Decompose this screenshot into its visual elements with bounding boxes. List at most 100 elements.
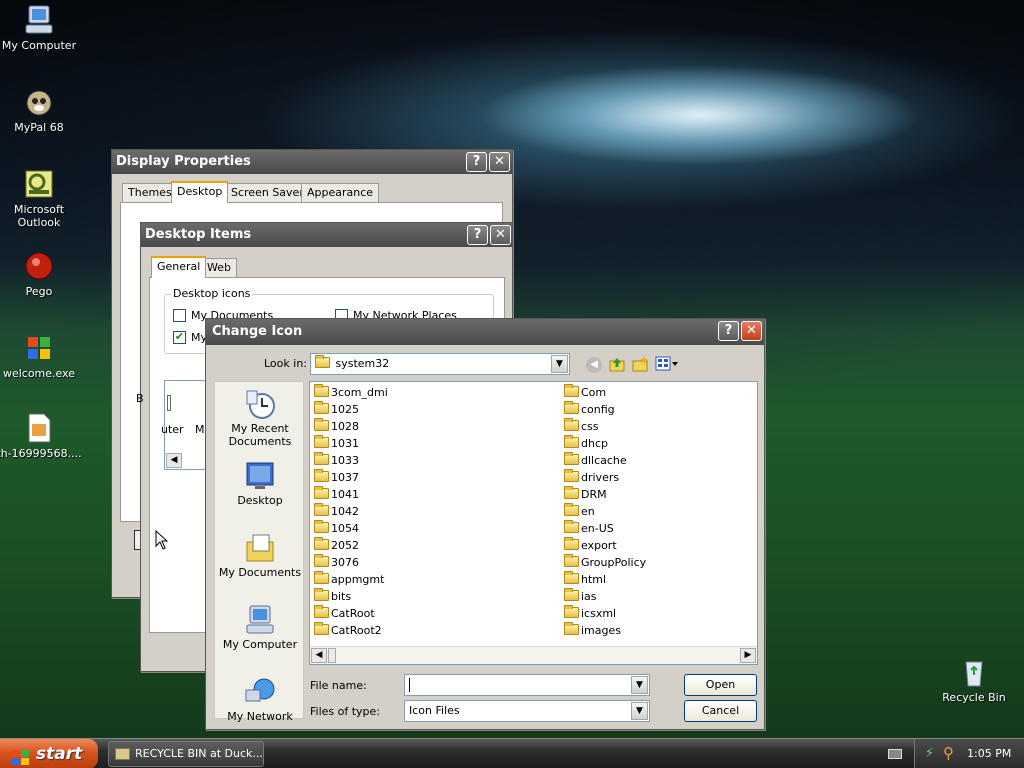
folder-item[interactable]: html <box>564 571 606 588</box>
desktop-icon-welcome[interactable]: welcome.exe <box>0 332 82 380</box>
folder-item[interactable]: 1033 <box>314 452 359 469</box>
folder-label: dllcache <box>581 454 627 467</box>
open-button[interactable]: Open <box>684 674 757 696</box>
desktop-icon-my-computer[interactable]: My Computer <box>0 4 82 52</box>
scroll-thumb[interactable] <box>328 648 336 663</box>
desktop-icon-label: Pego <box>25 285 53 298</box>
folder-label: CatRoot <box>331 607 375 620</box>
folder-label: 1033 <box>331 454 359 467</box>
look-in-value: system32 <box>335 357 390 370</box>
chevron-down-icon[interactable]: ▼ <box>551 355 568 373</box>
look-in-dropdown[interactable]: system32 ▼ <box>310 353 570 375</box>
chevron-down-icon[interactable]: ▼ <box>631 702 648 720</box>
text-cursor <box>409 678 410 692</box>
desktop-icon-label: Microsoft Outlook <box>13 203 65 229</box>
close-button[interactable]: ✕ <box>489 152 510 172</box>
desktop-icon-image-file[interactable]: th-16999568.... <box>0 412 82 460</box>
folder-item[interactable]: icsxml <box>564 605 616 622</box>
place-my-computer[interactable]: My Computer <box>217 604 303 651</box>
folder-item[interactable]: GroupPolicy <box>564 554 646 571</box>
folder-item[interactable]: css <box>564 418 599 435</box>
pego-icon <box>23 250 55 282</box>
folder-item[interactable]: 1041 <box>314 486 359 503</box>
folder-item[interactable]: dhcp <box>564 435 608 452</box>
taskbar-item[interactable]: RECYCLE BIN at Duck... <box>108 741 264 767</box>
checkbox-my-documents[interactable] <box>173 309 186 322</box>
folder-item[interactable]: images <box>564 622 621 639</box>
folder-item[interactable]: DRM <box>564 486 607 503</box>
cancel-button[interactable]: Cancel <box>684 700 757 722</box>
change-icon-titlebar[interactable]: Change Icon ? ✕ <box>206 319 764 345</box>
folder-item[interactable]: Com <box>564 384 606 401</box>
start-button[interactable]: start <box>0 739 98 768</box>
search-icon[interactable]: ⚲ <box>943 744 954 762</box>
folder-item[interactable]: config <box>564 401 615 418</box>
desktop-icon-outlook[interactable]: Microsoft Outlook <box>0 168 82 229</box>
folder-label: 1025 <box>331 403 359 416</box>
folder-icon <box>314 588 329 601</box>
back-icon[interactable]: ◀ <box>586 357 602 373</box>
file-name-input[interactable]: ▼ <box>404 674 650 696</box>
folder-item[interactable]: drivers <box>564 469 619 486</box>
tab-general[interactable]: General <box>151 256 207 278</box>
folder-item[interactable]: ias <box>564 588 597 605</box>
folder-item[interactable]: 1042 <box>314 503 359 520</box>
folder-item[interactable]: dllcache <box>564 452 627 469</box>
desktop-icon-pego[interactable]: Pego <box>0 250 82 298</box>
tab-desktop[interactable]: Desktop <box>171 181 229 203</box>
help-button[interactable]: ? <box>718 321 739 341</box>
close-button[interactable]: ✕ <box>490 225 511 245</box>
folder-item[interactable]: export <box>564 537 617 554</box>
folder-icon <box>314 503 329 516</box>
folder-label: en-US <box>581 522 614 535</box>
keyboard-icon[interactable] <box>888 749 902 759</box>
folder-item[interactable]: 3076 <box>314 554 359 571</box>
view-menu-icon[interactable] <box>655 356 679 372</box>
folder-item[interactable]: CatRoot2 <box>314 622 382 639</box>
desktop-icon-mypal[interactable]: MyPal 68 <box>0 86 82 134</box>
files-of-type-dropdown[interactable]: Icon Files ▼ <box>404 700 650 722</box>
folder-item[interactable]: 1028 <box>314 418 359 435</box>
network-icon <box>244 676 276 708</box>
place-my-network[interactable]: My Network <box>217 676 303 723</box>
desktop-icon-recycle-bin[interactable]: Recycle Bin <box>931 656 1017 704</box>
folder-item[interactable]: en <box>564 503 595 520</box>
place-desktop[interactable]: Desktop <box>217 460 303 507</box>
folder-item[interactable]: appmgmt <box>314 571 384 588</box>
folder-item[interactable]: 3com_dmi <box>314 384 388 401</box>
folder-item[interactable]: en-US <box>564 520 614 537</box>
close-button[interactable]: ✕ <box>741 321 762 341</box>
help-button[interactable]: ? <box>466 152 487 172</box>
horizontal-scrollbar[interactable]: ◀ ▶ <box>310 646 757 664</box>
up-folder-icon[interactable] <box>609 356 625 372</box>
tab-web[interactable]: Web <box>201 258 237 278</box>
folder-item[interactable]: 2052 <box>314 537 359 554</box>
file-list[interactable]: 3com_dmi 1025 1028 1031 1033 1037 1041 1042 1054… <box>309 381 758 665</box>
folder-item[interactable]: bits <box>314 588 351 605</box>
display-properties-titlebar[interactable]: Display Properties ? ✕ <box>112 150 512 174</box>
folder-item[interactable]: 1037 <box>314 469 359 486</box>
network-tray-icon[interactable]: ⚡ <box>925 746 934 761</box>
scroll-left-button[interactable]: ◀ <box>166 453 182 468</box>
checkbox-my-computer[interactable]: ✔ <box>173 331 186 344</box>
folder-icon <box>314 486 329 499</box>
desktop-icon-label: Recycle Bin <box>942 691 1006 704</box>
help-button[interactable]: ? <box>467 225 488 245</box>
folder-icon <box>314 520 329 533</box>
folder-item[interactable]: 1054 <box>314 520 359 537</box>
new-folder-icon[interactable] <box>632 356 648 372</box>
place-my-documents[interactable]: My Documents <box>217 532 303 579</box>
desktop-items-titlebar[interactable]: Desktop Items ? ✕ <box>141 223 512 247</box>
folder-item[interactable]: 1025 <box>314 401 359 418</box>
recycle-bin-icon <box>958 656 990 688</box>
scroll-right-button[interactable]: ▶ <box>740 648 756 663</box>
chevron-down-icon[interactable]: ▼ <box>631 676 648 694</box>
scroll-left-button[interactable]: ◀ <box>311 648 327 663</box>
place-my-recent-documents[interactable]: My Recent Documents <box>217 388 303 448</box>
tab-themes[interactable]: Themes <box>122 183 178 203</box>
folder-item[interactable]: 1031 <box>314 435 359 452</box>
tab-appearance[interactable]: Appearance <box>301 183 380 203</box>
folder-item[interactable]: CatRoot <box>314 605 375 622</box>
folder-icon <box>564 503 579 516</box>
tab-screen-saver[interactable]: Screen Saver <box>225 183 310 203</box>
